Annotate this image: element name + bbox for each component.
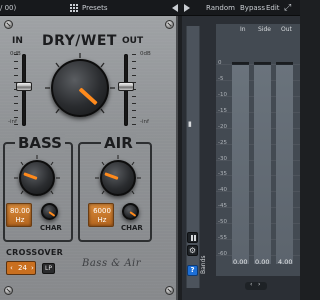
in-fader-handle[interactable] (16, 82, 32, 91)
plus-icon[interactable]: ▮ (188, 120, 192, 128)
window-resize-icon[interactable]: ⤢ (284, 0, 291, 16)
bass-label: BASS (15, 134, 65, 152)
meter-db-label: 0 (218, 60, 222, 66)
next-preset-icon[interactable] (184, 4, 190, 12)
meter-bar-in (232, 64, 249, 264)
crossover-label: CROSSOVER (6, 248, 64, 257)
lp-button[interactable]: LP (42, 263, 55, 274)
air-frequency-field[interactable]: 6000 Hz (88, 203, 114, 227)
bass-frequency-unit: Hz (15, 216, 25, 224)
meter-bar-out (276, 64, 293, 264)
edit-button[interactable]: Edit (266, 0, 280, 16)
drywet-label: DRY/WET (42, 33, 117, 49)
out-label: OUT (122, 36, 144, 46)
meter-db-label: -25 (218, 140, 227, 146)
scroll-left-icon[interactable]: ‹ (250, 281, 252, 288)
random-button[interactable]: Random (206, 0, 235, 16)
meter-db-label: -40 (218, 187, 227, 193)
crossover-slope-value: 24 (18, 264, 27, 272)
meter-value-out: 4.00 (278, 258, 293, 266)
meter-db-label: -30 (218, 156, 227, 162)
in-label: IN (12, 36, 23, 46)
air-char-label: CHAR (121, 224, 143, 232)
presets-grid-icon[interactable] (70, 4, 78, 12)
out-top-db-label: 0dB (140, 51, 151, 57)
meter-db-label: -20 (218, 124, 227, 130)
air-label: AIR (101, 134, 136, 152)
top-toolbar: / 00) Presets Random Bypass Edit ⤢ (0, 0, 300, 16)
crossover-next-icon[interactable]: › (31, 262, 34, 274)
pause-icon[interactable] (187, 232, 198, 243)
meter-col-side: Side (258, 26, 271, 33)
brand-logo: Bass & Air (82, 258, 142, 269)
meter-db-label: -60 (218, 251, 227, 257)
air-frequency-value: 6000 (93, 207, 111, 215)
meter-db-label: -50 (218, 219, 227, 225)
meter-peak-side (254, 62, 271, 64)
bands-label[interactable]: Bands (200, 255, 207, 274)
meter-db-label: -15 (218, 108, 227, 114)
meter-peak-out (276, 62, 293, 64)
meter-db-label: -35 (218, 171, 227, 177)
previous-preset-icon[interactable] (172, 4, 178, 12)
meter-col-out: Out (281, 26, 292, 33)
air-frequency-unit: Hz (97, 216, 107, 224)
meter-db-label: -5 (218, 76, 224, 82)
screw-top-right (165, 20, 174, 29)
out-bottom-db-label: -inf (140, 119, 149, 125)
screw-bottom-right (165, 286, 174, 295)
crossover-slope-select[interactable]: ‹ 24 › (6, 261, 36, 275)
bass-frequency-value: 80.00 (9, 207, 31, 215)
bass-char-label: CHAR (40, 224, 62, 232)
out-fader-handle[interactable] (118, 82, 134, 91)
bypass-button[interactable]: Bypass (240, 0, 265, 16)
settings-icon[interactable]: ⚙ (187, 245, 198, 256)
meter-col-in: In (240, 26, 246, 33)
presets-button[interactable]: Presets (82, 0, 107, 16)
scroll-right-icon[interactable]: › (258, 281, 260, 288)
screw-top-left (4, 20, 13, 29)
meter-peak-in (232, 62, 249, 64)
preset-number[interactable]: / 00) (0, 0, 16, 16)
meter-value-in: 0.00 (233, 258, 248, 266)
help-icon[interactable]: ? (187, 265, 198, 276)
crossover-prev-icon[interactable]: ‹ (10, 262, 13, 274)
meter-scroll-handle[interactable]: ‹ › (245, 281, 267, 290)
meter-db-label: -10 (218, 92, 227, 98)
meter-bar-side (254, 64, 271, 264)
screw-bottom-left (4, 286, 13, 295)
bass-frequency-field[interactable]: 80.00 Hz (6, 203, 32, 227)
meter-db-label: -45 (218, 203, 227, 209)
meter-db-label: -55 (218, 235, 227, 241)
meter-value-side: 0.00 (255, 258, 270, 266)
